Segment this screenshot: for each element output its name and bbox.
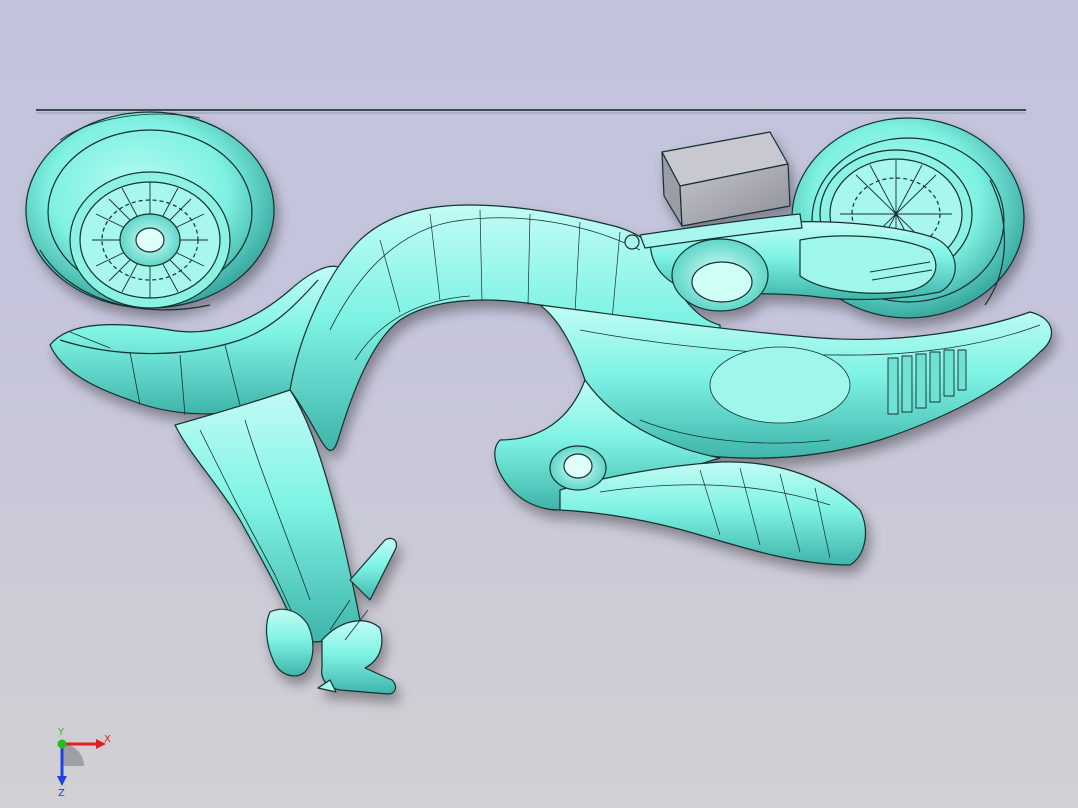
y-axis-label: Y <box>57 727 65 738</box>
scooter-model[interactable] <box>0 0 1078 808</box>
orientation-triad: X Y Z <box>57 727 111 798</box>
cad-3d-viewport[interactable]: X Y Z <box>0 0 1078 808</box>
battery-box[interactable] <box>661 131 791 227</box>
x-axis-label: X <box>104 734 111 745</box>
front-wheel[interactable] <box>25 111 275 311</box>
y-axis-marker <box>57 739 67 749</box>
side-knob[interactable] <box>549 445 607 491</box>
z-axis-label: Z <box>58 788 65 798</box>
